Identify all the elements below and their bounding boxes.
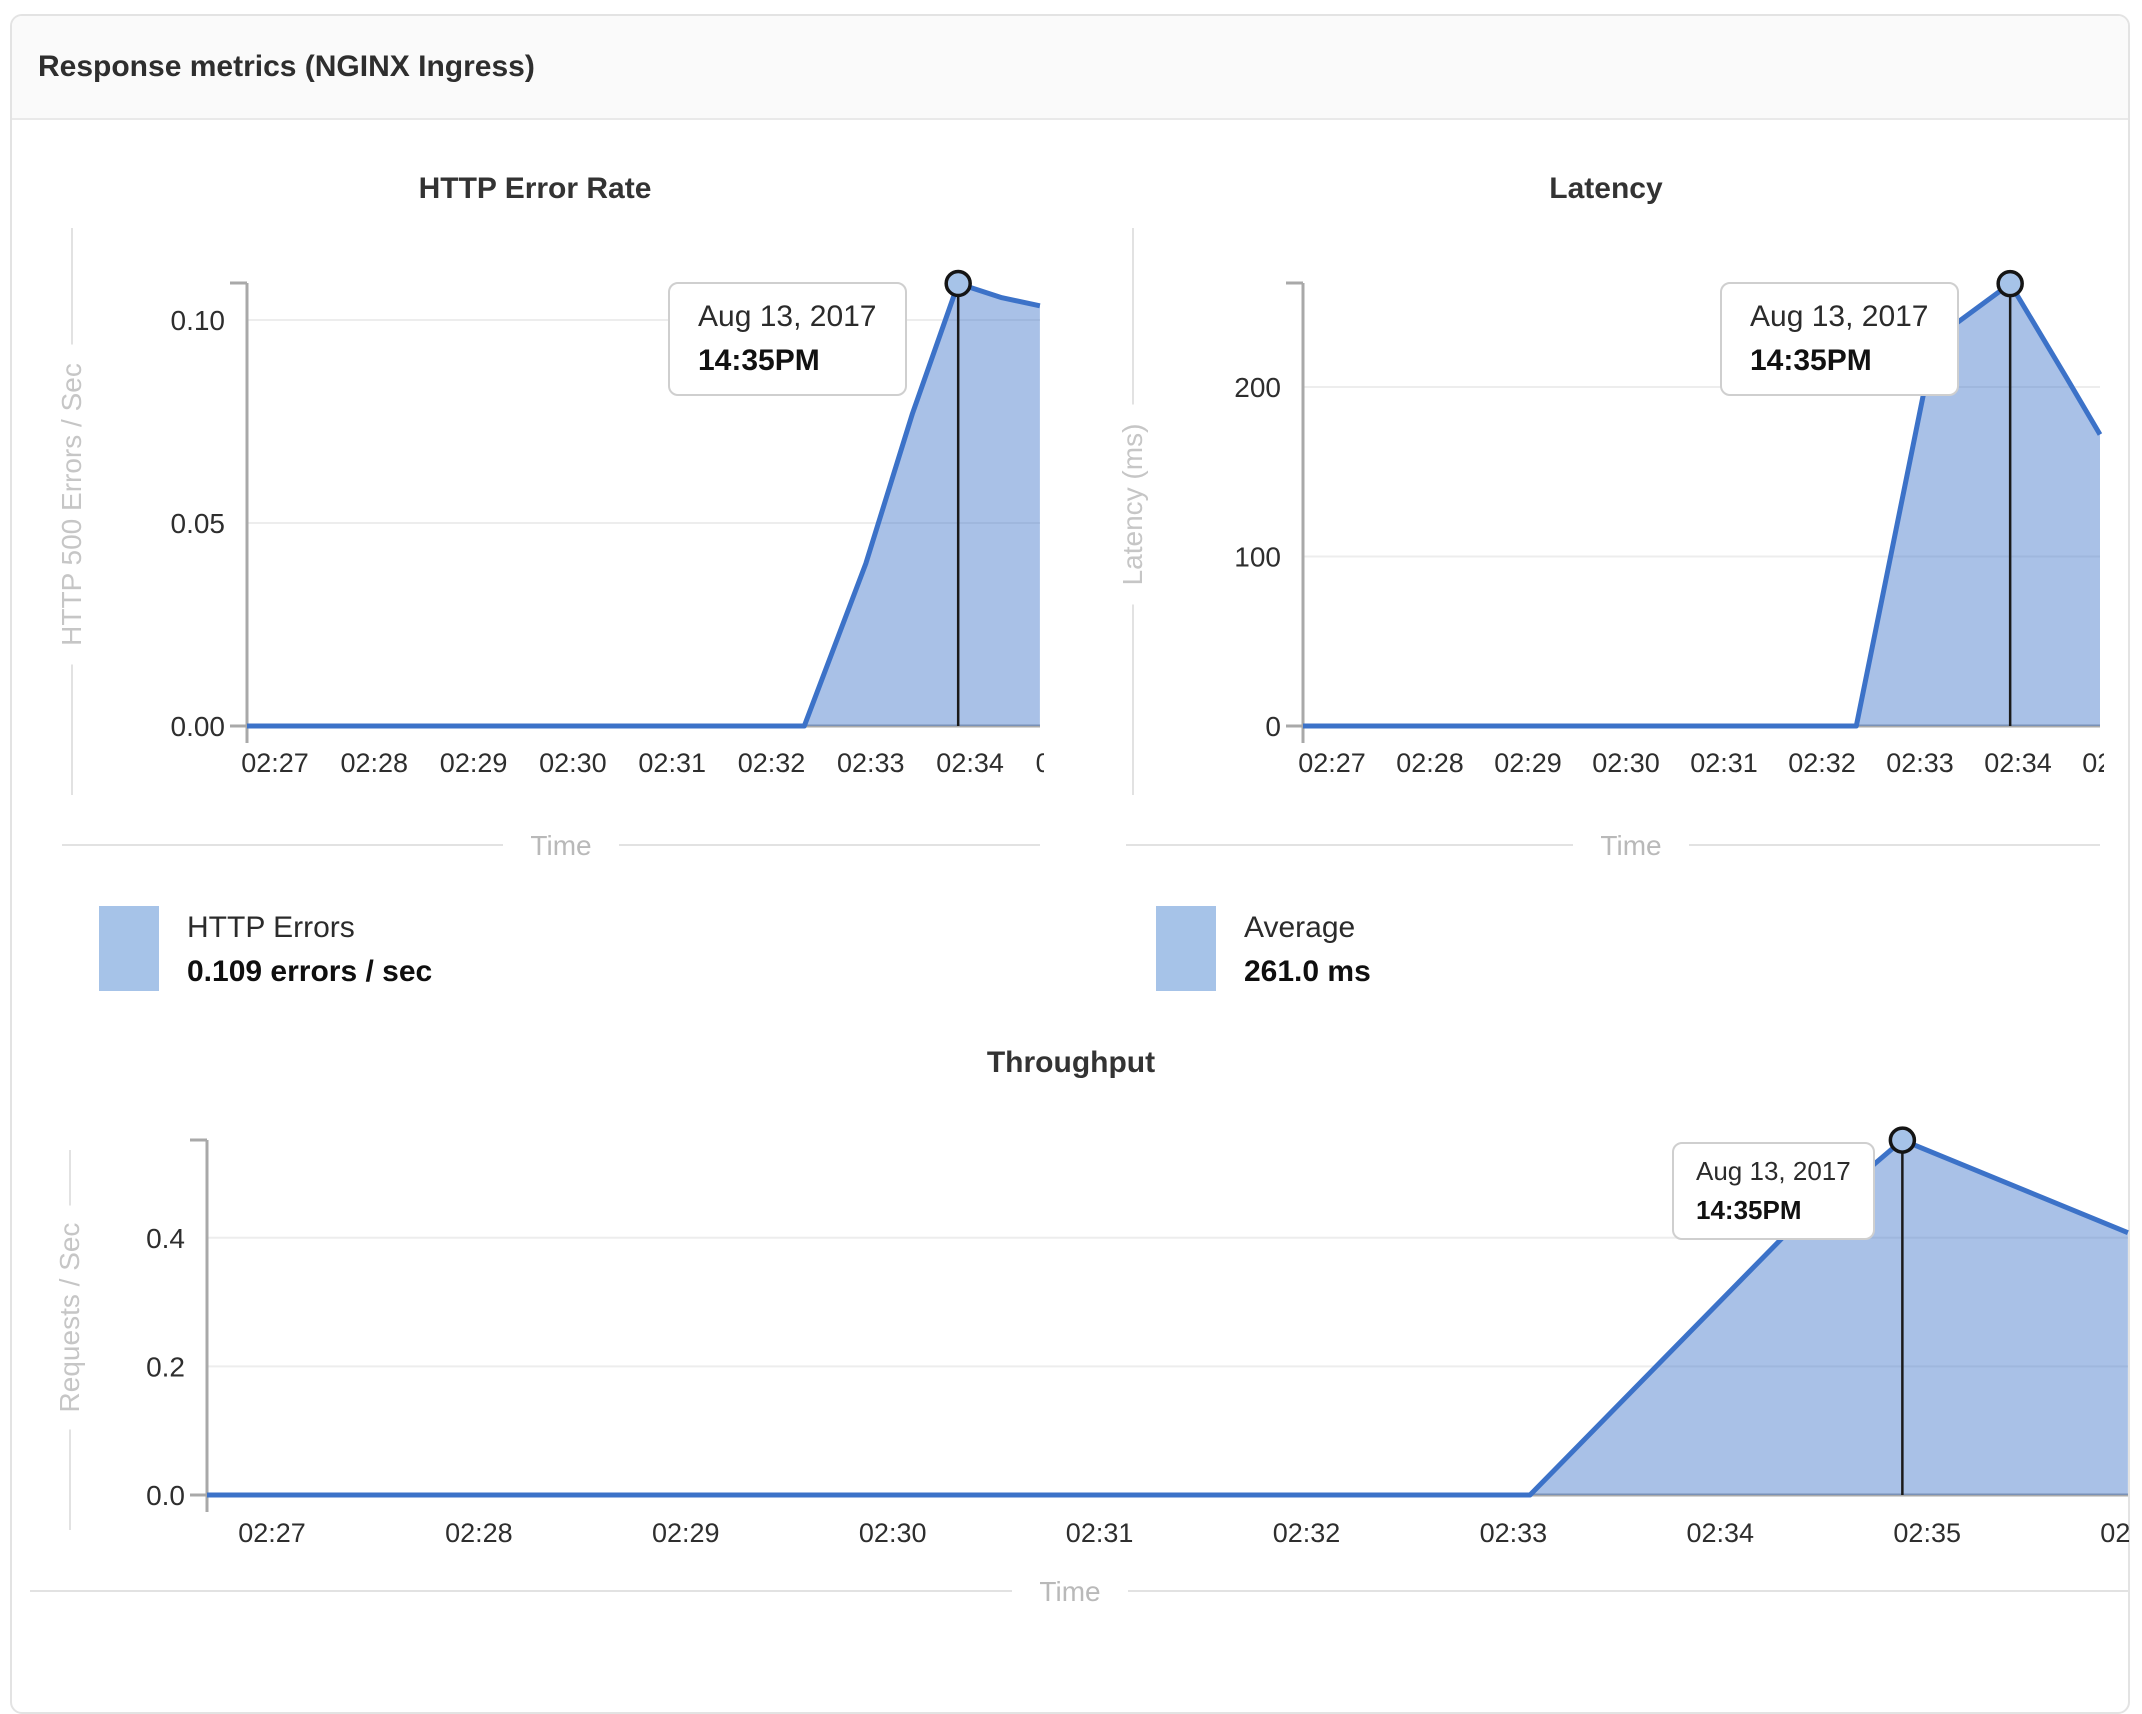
- x-tick-label: 02:35: [1036, 748, 1070, 778]
- x-tick-label: 02:27: [241, 748, 309, 778]
- x-tick-label: 02:27: [1298, 748, 1366, 778]
- x-tick-label: 02:28: [445, 1518, 513, 1548]
- tooltip-time: 14:35PM: [698, 344, 820, 377]
- y-axis-title: HTTP 500 Errors / Sec: [56, 363, 87, 646]
- panel-header: Response metrics (NGINX Ingress): [12, 16, 2128, 120]
- chart-title-latency: Latency: [1549, 172, 1663, 205]
- x-tick-label: 02:32: [1273, 1518, 1341, 1548]
- x-axis-title: Time: [530, 830, 591, 861]
- latency-chart[interactable]: 02:27 02:28 02:29 02:30 02:31 02:32 02:33 02:34…: [1070, 130, 2142, 900]
- tooltip-latency: Aug 13, 2017 14:35PM: [1720, 282, 1959, 396]
- y-tick-label: 0.05: [171, 508, 226, 539]
- x-axis-title: Time: [1600, 830, 1661, 861]
- x-tick-label: 02:31: [1690, 748, 1758, 778]
- legend-swatch: [99, 906, 159, 991]
- x-tick-label: 02:30: [859, 1518, 927, 1548]
- hover-marker: [944, 269, 972, 298]
- y-tick-label: 0.4: [146, 1223, 185, 1254]
- y-tick-label: 0.00: [171, 711, 226, 742]
- x-tick-label: 02:34: [1984, 748, 2052, 778]
- x-tick-label: 02:33: [1480, 1518, 1548, 1548]
- legend-swatch: [1156, 906, 1216, 991]
- y-tick-label: 200: [1234, 372, 1281, 403]
- legend-average: Average 261.0 ms: [1156, 906, 1371, 994]
- tooltip-http-error-rate: Aug 13, 2017 14:35PM: [668, 282, 907, 396]
- tooltip-date: Aug 13, 2017: [1696, 1156, 1851, 1186]
- x-tick-label: 02:29: [1494, 748, 1562, 778]
- chart-title-throughput: Throughput: [986, 1046, 1156, 1079]
- legend-label: HTTP Errors: [187, 911, 355, 944]
- x-tick-label: 02:32: [1788, 748, 1856, 778]
- x-tick-label: 02:31: [638, 748, 706, 778]
- legend-value: 0.109 errors / sec: [187, 955, 433, 988]
- x-tick-label: 02:36: [2100, 1518, 2142, 1548]
- y-axis-title: Requests / Sec: [54, 1223, 85, 1413]
- x-axis-title: Time: [1039, 1576, 1100, 1607]
- chart-title-http-error-rate: HTTP Error Rate: [418, 172, 652, 205]
- area-fill: [247, 283, 1040, 726]
- tooltip-throughput: Aug 13, 2017 14:35PM: [1672, 1142, 1875, 1240]
- x-tick-label: 02:30: [1592, 748, 1660, 778]
- x-tick-label: 02:34: [1687, 1518, 1755, 1548]
- x-tick-label: 02:29: [440, 748, 508, 778]
- y-tick-label: 0.0: [146, 1480, 185, 1511]
- x-tick-label: 02:30: [539, 748, 607, 778]
- y-axis-title: Latency (ms): [1117, 424, 1148, 586]
- legend-label: Average: [1244, 911, 1356, 944]
- tooltip-time: 14:35PM: [1696, 1195, 1802, 1225]
- legend-value: 261.0 ms: [1244, 955, 1371, 988]
- x-tick-label: 02:33: [1886, 748, 1954, 778]
- dashboard-page: { "panel": { "title": "Response metrics …: [0, 0, 2142, 1714]
- legend-http-errors: HTTP Errors 0.109 errors / sec: [99, 906, 432, 994]
- tooltip-date: Aug 13, 2017: [698, 300, 877, 333]
- http-error-rate-chart[interactable]: 02:27 02:28 02:29 02:30 02:31 02:32 02:33 02:34…: [0, 130, 1070, 900]
- tooltip-time: 14:35PM: [1750, 344, 1872, 377]
- x-tick-label: 02:28: [341, 748, 409, 778]
- x-tick-label: 02:34: [936, 748, 1004, 778]
- x-tick-label: 02:27: [238, 1518, 306, 1548]
- area-fill: [1303, 283, 2100, 726]
- x-tick-label: 02:35: [2082, 748, 2142, 778]
- x-tick-label: 02:28: [1396, 748, 1464, 778]
- x-tick-label: 02:31: [1066, 1518, 1134, 1548]
- y-tick-label: 0.10: [171, 305, 226, 336]
- hover-marker: [1996, 269, 2024, 298]
- x-tick-label: 02:35: [1893, 1518, 1961, 1548]
- x-tick-label: 02:29: [652, 1518, 720, 1548]
- hover-marker: [1888, 1126, 1917, 1154]
- x-tick-label: 02:32: [738, 748, 806, 778]
- y-tick-label: 100: [1234, 542, 1281, 573]
- y-tick-label: 0: [1265, 711, 1281, 742]
- y-tick-label: 0.2: [146, 1351, 185, 1382]
- tooltip-date: Aug 13, 2017: [1750, 300, 1929, 333]
- panel-title: Response metrics (NGINX Ingress): [38, 50, 535, 83]
- x-tick-label: 02:33: [837, 748, 905, 778]
